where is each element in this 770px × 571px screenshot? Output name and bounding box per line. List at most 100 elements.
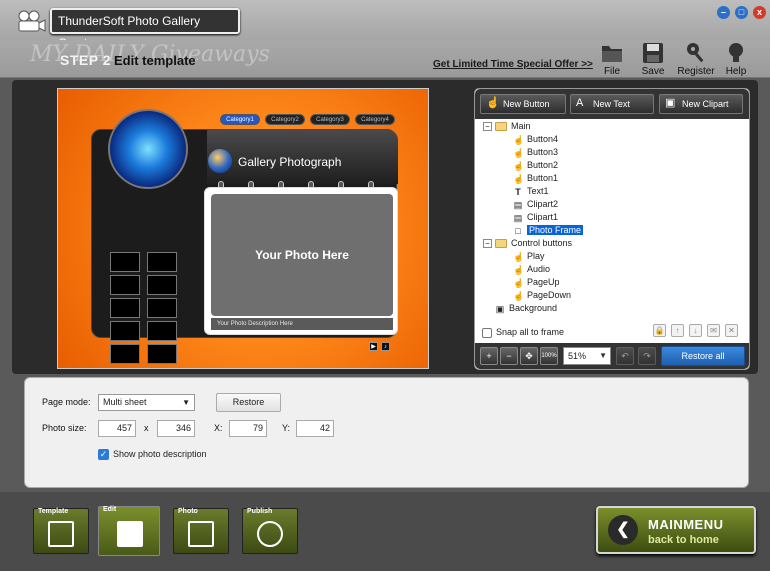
fit-icon[interactable]: ✥ (520, 347, 538, 365)
register-button[interactable]: Register (676, 42, 716, 77)
thumbnail[interactable] (147, 252, 177, 272)
comment-icon[interactable]: ✉ (707, 324, 720, 337)
thumbnail[interactable] (110, 321, 140, 341)
redo-icon[interactable]: ↷ (638, 347, 656, 365)
tab-template[interactable]: Template (33, 508, 89, 554)
tab-edit[interactable]: Edit (98, 506, 160, 556)
tree-node-control-buttons[interactable]: − Control buttons (483, 237, 572, 250)
text-icon: T (515, 186, 521, 197)
play-icon[interactable]: ▶ (369, 342, 378, 351)
template-icon (48, 521, 74, 547)
new-text-button[interactable]: A New Text (570, 94, 654, 114)
register-label: Register (677, 66, 715, 77)
audio-icon[interactable]: ♪ (381, 342, 390, 351)
y-position-input[interactable]: 42 (296, 420, 334, 437)
tree-item-text1[interactable]: T Text1 (513, 185, 548, 198)
tree-item-clipart2[interactable]: ▤ Clipart2 (513, 198, 558, 211)
hand-icon: ☝ (486, 97, 500, 109)
collapse-toggle[interactable]: − (483, 122, 492, 132)
show-description-checkbox[interactable]: ✓ (98, 449, 109, 460)
category-button-4[interactable]: Category4 (355, 114, 395, 125)
zoom-select[interactable]: 51% ▼ (563, 347, 611, 365)
object-toolbar: ☝ New Button A New Text ▣ New Clipart (475, 89, 749, 119)
thumbnail[interactable] (147, 275, 177, 295)
background-icon: ▣ (495, 303, 505, 314)
thumbnail[interactable] (110, 298, 140, 318)
thumbnail[interactable] (147, 344, 177, 364)
thumbnail-column-left (110, 252, 140, 367)
photo-icon (188, 521, 214, 547)
clipart-icon: ▤ (513, 199, 523, 210)
object-tree: − Main ☝ Button4 ☝ Button3 ☝ Button2 ☝ Button… (483, 120, 743, 315)
tree-item-photo-frame[interactable]: □ Photo Frame (513, 224, 584, 237)
mainmenu-subtitle: back to home (648, 534, 719, 546)
image-icon: ▣ (665, 97, 676, 109)
special-offer-link[interactable]: Get Limited Time Special Offer >> (433, 59, 593, 70)
snap-checkbox-box[interactable] (482, 327, 492, 338)
hand-icon: ☝ (513, 290, 525, 301)
tree-item-play[interactable]: ☝ Play (513, 250, 545, 263)
tree-item-pageup[interactable]: ☝ PageUp (513, 276, 560, 289)
x-label: X: (214, 423, 223, 433)
new-button-button[interactable]: ☝ New Button (480, 94, 566, 114)
maximize-button[interactable]: □ (735, 6, 748, 19)
collapse-toggle[interactable]: − (483, 239, 492, 249)
tree-item-background[interactable]: ▣ Background (495, 302, 557, 315)
page-title: Edit template (114, 53, 196, 68)
floppy-icon (643, 43, 663, 63)
lock-icon[interactable]: 🔒 (653, 324, 666, 337)
photo-height-input[interactable]: 346 (157, 420, 195, 437)
tree-item-audio[interactable]: ☝ Audio (513, 263, 550, 276)
new-clipart-button[interactable]: ▣ New Clipart (659, 94, 743, 114)
text-icon: A (576, 97, 584, 109)
hand-icon: ☝ (513, 160, 525, 171)
move-down-icon[interactable]: ↓ (689, 324, 702, 337)
thumbnail[interactable] (110, 252, 140, 272)
tab-photo[interactable]: Photo (173, 508, 229, 554)
folder-icon (495, 239, 507, 249)
zoom-in-icon[interactable]: + (480, 347, 498, 365)
thumbnail[interactable] (110, 344, 140, 364)
tree-item-pagedown[interactable]: ☝ PageDown (513, 289, 571, 302)
file-button[interactable]: File (592, 42, 632, 77)
x-position-input[interactable]: 79 (229, 420, 267, 437)
tab-publish-label: Publish (247, 508, 273, 515)
page-mode-select[interactable]: Multi sheet ▼ (98, 394, 195, 411)
tree-item-button3[interactable]: ☝ Button3 (513, 146, 558, 159)
restore-all-button[interactable]: Restore all (661, 346, 745, 366)
lightbulb-icon (729, 43, 743, 62)
tree-node-main[interactable]: − Main (483, 120, 531, 133)
tree-item-button2[interactable]: ☝ Button2 (513, 159, 558, 172)
mainmenu-button[interactable]: ❮ MAINMENU back to home (596, 506, 756, 554)
minimize-button[interactable]: – (717, 6, 730, 19)
chevron-down-icon: ▼ (182, 398, 190, 407)
actual-size-button[interactable]: 100% (540, 347, 558, 365)
tree-item-button1[interactable]: ☝ Button1 (513, 172, 558, 185)
gallery-title[interactable]: Gallery Photograph (238, 155, 341, 169)
photo-frame[interactable]: Your Photo Here Your Photo Description H… (204, 187, 398, 335)
folder-icon (495, 122, 507, 132)
zoom-out-icon[interactable]: − (500, 347, 518, 365)
photo-width-input[interactable]: 457 (98, 420, 136, 437)
undo-icon[interactable]: ↶ (616, 347, 634, 365)
save-button[interactable]: Save (633, 42, 673, 77)
thumbnail[interactable] (147, 321, 177, 341)
thumbnail[interactable] (110, 275, 140, 295)
camera-app-icon (18, 10, 46, 32)
thumbnail[interactable] (147, 298, 177, 318)
category-button-2[interactable]: Category2 (265, 114, 305, 125)
category-button-1[interactable]: Category1 (220, 114, 260, 125)
move-up-icon[interactable]: ↑ (671, 324, 684, 337)
help-button[interactable]: Help (716, 42, 756, 77)
template-canvas[interactable]: Category1 Category2 Category3 Category4 … (57, 88, 429, 369)
object-panel: ☝ New Button A New Text ▣ New Clipart − M… (474, 88, 750, 370)
close-button[interactable]: x (753, 6, 766, 19)
restore-button[interactable]: Restore (216, 393, 281, 412)
snap-all-checkbox[interactable]: Snap all to frame (482, 327, 564, 338)
tree-item-clipart1[interactable]: ▤ Clipart1 (513, 211, 558, 224)
delete-icon[interactable]: ✕ (725, 324, 738, 337)
category-button-3[interactable]: Category3 (310, 114, 350, 125)
tab-publish[interactable]: Publish (242, 508, 298, 554)
tree-item-button4[interactable]: ☝ Button4 (513, 133, 558, 146)
back-arrow-icon: ❮ (608, 515, 638, 545)
